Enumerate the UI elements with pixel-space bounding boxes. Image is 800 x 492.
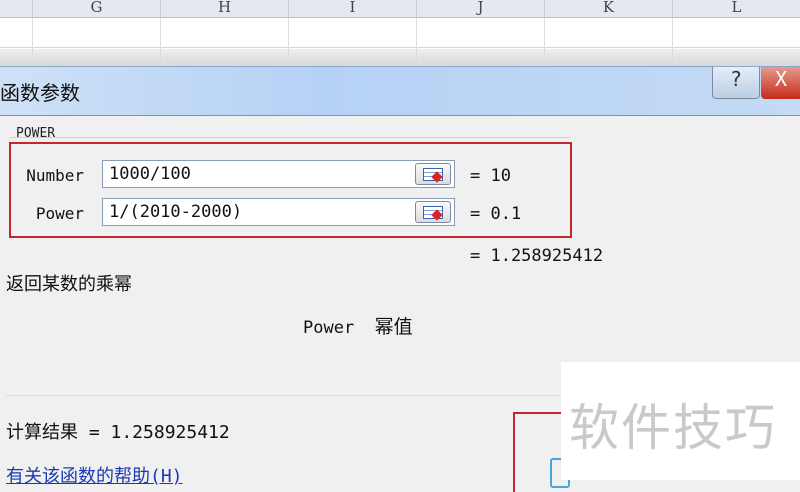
column-header-k[interactable]: K bbox=[544, 0, 672, 18]
number-result: = 10 bbox=[470, 166, 511, 186]
collapse-dialog-button[interactable] bbox=[415, 201, 451, 223]
dialog-titlebar[interactable]: 函数参数 ? X bbox=[0, 66, 800, 116]
gridline bbox=[672, 18, 673, 66]
column-header-i[interactable]: I bbox=[288, 0, 416, 18]
watermark-text: 软件技巧 bbox=[569, 399, 777, 457]
number-label: Number bbox=[26, 166, 84, 185]
column-header-j[interactable]: J bbox=[416, 0, 544, 18]
parameter-description: Power 幂值 bbox=[303, 312, 413, 339]
gridline bbox=[288, 18, 289, 66]
number-input-value: 1000/100 bbox=[109, 164, 191, 184]
gridline bbox=[160, 18, 161, 66]
dialog-title: 函数参数 bbox=[0, 81, 80, 105]
function-name: POWER bbox=[16, 126, 56, 141]
column-header-h[interactable]: H bbox=[160, 0, 288, 18]
close-button[interactable]: X bbox=[761, 67, 800, 99]
power-input-value: 1/(2010-2000) bbox=[109, 202, 243, 222]
formula-result: = 1.258925412 bbox=[470, 246, 604, 266]
parameter-text: 幂值 bbox=[374, 316, 413, 338]
calc-result: 计算结果 = 1.258925412 bbox=[6, 422, 230, 443]
parameter-name: Power bbox=[303, 318, 355, 338]
power-result: = 0.1 bbox=[470, 204, 522, 224]
function-help-link[interactable]: 有关该函数的帮助(H) bbox=[6, 462, 183, 488]
collapse-dialog-button[interactable] bbox=[415, 163, 451, 185]
sheet-row[interactable] bbox=[0, 49, 800, 66]
divider bbox=[6, 395, 561, 396]
divider bbox=[10, 137, 570, 138]
spreadsheet-background: G H I J K L bbox=[0, 0, 800, 66]
function-description: 返回某数的乘幂 bbox=[6, 274, 132, 295]
watermark: 软件技巧 bbox=[561, 362, 800, 480]
gridline bbox=[32, 18, 33, 66]
column-header-l[interactable]: L bbox=[672, 0, 800, 18]
power-input[interactable]: 1/(2010-2000) bbox=[102, 198, 455, 226]
number-input[interactable]: 1000/100 bbox=[102, 160, 455, 188]
sheet-row[interactable] bbox=[0, 18, 800, 48]
gridline bbox=[544, 18, 545, 66]
column-headers: G H I J K L bbox=[0, 0, 800, 18]
column-header-g[interactable]: G bbox=[32, 0, 160, 18]
power-label: Power bbox=[35, 204, 84, 223]
gridline bbox=[416, 18, 417, 66]
help-button[interactable]: ? bbox=[712, 67, 760, 99]
